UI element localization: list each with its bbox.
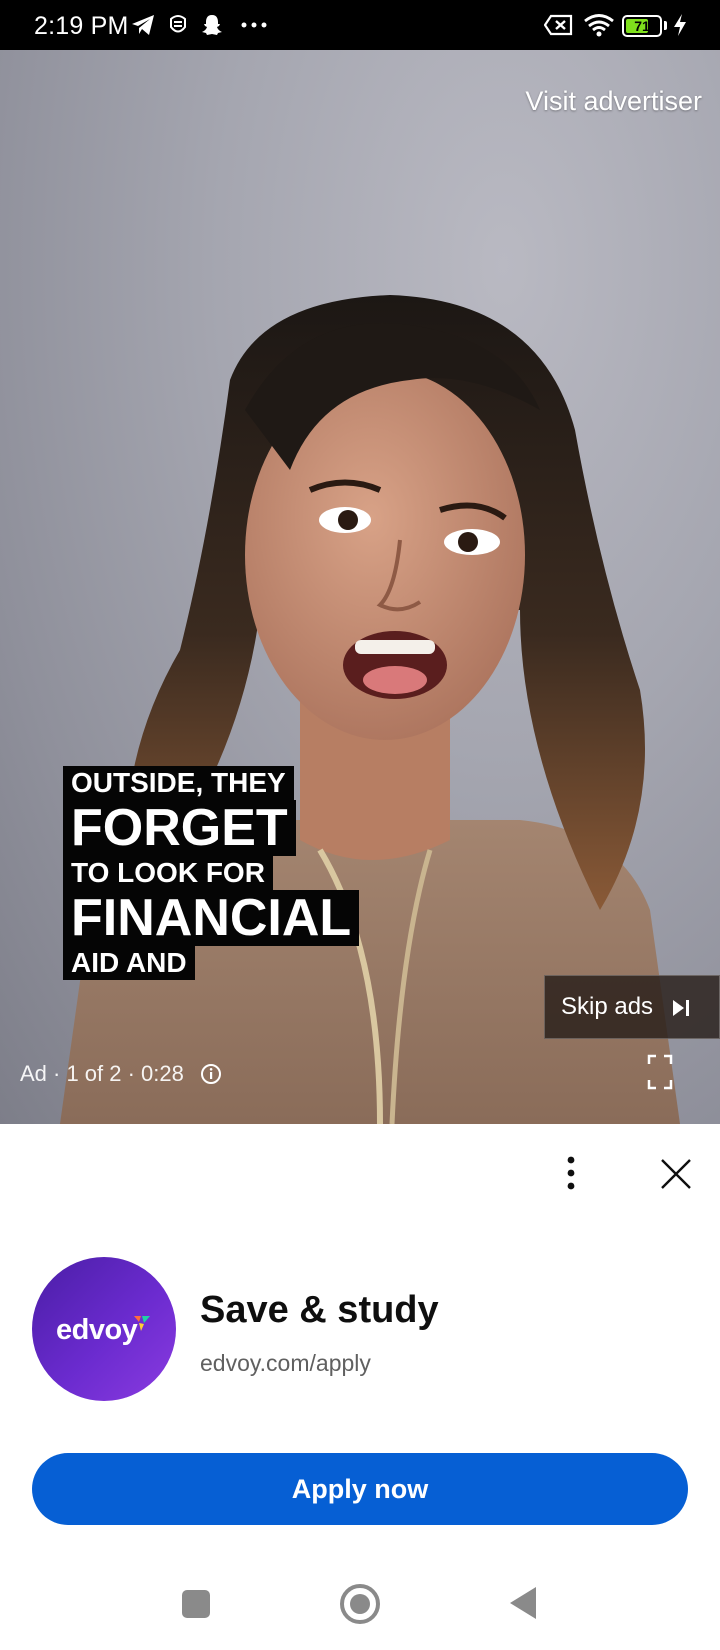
more-notifications-icon [241, 22, 267, 28]
advertiser-logo[interactable]: edvoy [32, 1257, 176, 1401]
caption-line: TO LOOK FOR [63, 856, 273, 890]
apply-now-label: Apply now [291, 1473, 429, 1504]
data-off-icon [544, 14, 573, 36]
skip-ads-button[interactable]: Skip ads [544, 975, 720, 1039]
video-player[interactable]: Visit advertiser OUTSIDE, THEY FORGET TO… [0, 50, 720, 1124]
video-caption: OUTSIDE, THEY FORGET TO LOOK FOR FINANCI… [63, 766, 360, 980]
caption-line: OUTSIDE, THEY [63, 766, 294, 800]
battery-level: 71 [634, 18, 650, 34]
apply-now-button[interactable]: Apply now [32, 1453, 688, 1525]
caption-line: AID AND [63, 946, 195, 980]
battery-nub [664, 21, 667, 30]
info-icon[interactable] [200, 1063, 222, 1085]
skip-next-icon [673, 1000, 689, 1016]
recents-button[interactable] [181, 1589, 211, 1619]
battery-icon: 71 [622, 15, 662, 37]
status-time: 2:19 PM [34, 12, 129, 40]
wifi-icon [584, 14, 614, 37]
snapchat-icon [202, 15, 222, 35]
ad-title: Save & study [200, 1289, 439, 1331]
visit-advertiser-link[interactable]: Visit advertiser [525, 86, 702, 117]
ad-url: edvoy.com/apply [200, 1350, 371, 1376]
caption-line: FORGET [63, 800, 296, 856]
charging-icon [674, 14, 686, 36]
vpn-icon [170, 15, 186, 33]
back-button[interactable] [508, 1585, 538, 1621]
close-icon[interactable] [660, 1158, 692, 1190]
fullscreen-icon[interactable] [647, 1054, 673, 1090]
more-options-icon[interactable] [566, 1156, 576, 1190]
status-bar: 2:19 PM 71 [0, 0, 720, 50]
brand-mark-icon [134, 1316, 150, 1331]
brand-logo-text: edvoy [56, 1314, 138, 1346]
home-button[interactable] [339, 1583, 381, 1625]
ad-info-text: Ad · 1 of 2 · 0:28 [20, 1061, 184, 1086]
caption-line: FINANCIAL [63, 890, 360, 946]
ad-info: Ad · 1 of 2 · 0:28 [20, 1061, 222, 1087]
skip-ads-label: Skip ads [561, 993, 654, 1020]
telegram-icon [132, 15, 154, 35]
